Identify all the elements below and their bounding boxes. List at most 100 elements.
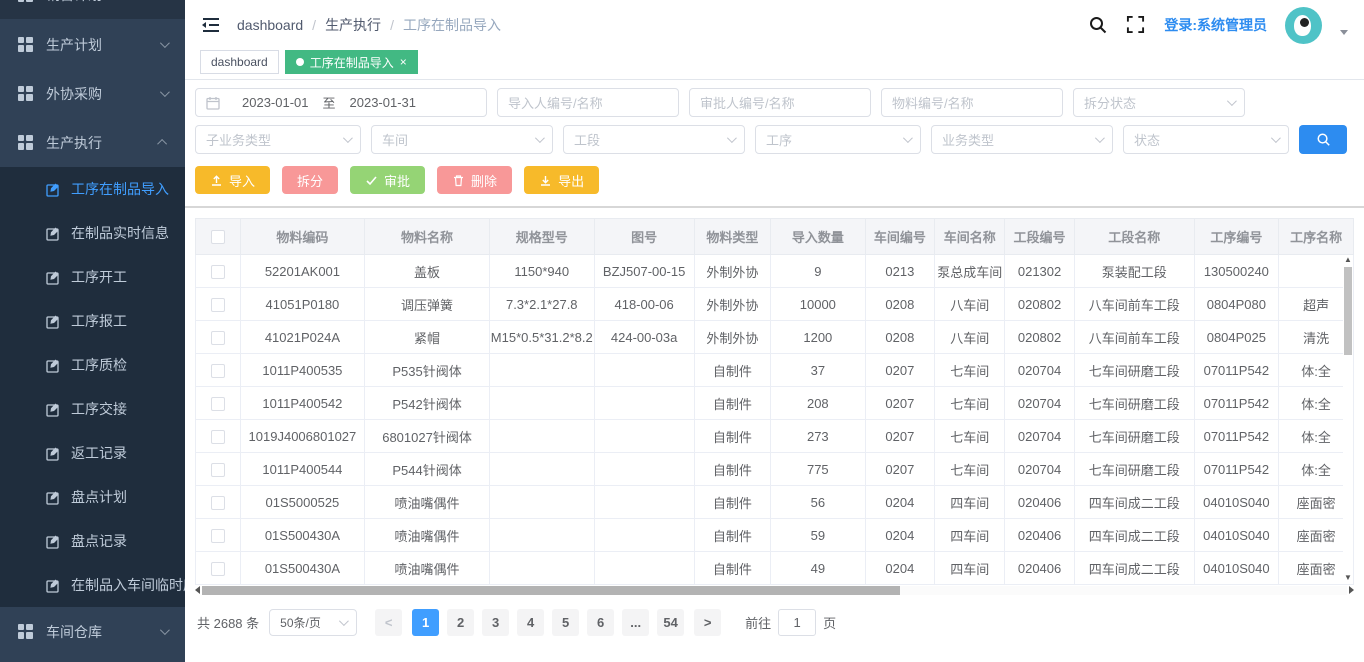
sidebar-subitem-4[interactable]: 工序质检 (0, 343, 185, 387)
table-row[interactable]: 1019J40068010276801027针阀体自制件2730207七车间02… (196, 420, 1354, 453)
sidebar-subitem-7[interactable]: 盘点计划 (0, 475, 185, 519)
goto-page-input[interactable] (778, 609, 816, 636)
cell: 喷油嘴偶件 (365, 552, 489, 585)
vertical-scrollbar[interactable]: ▲ ▼ (1343, 255, 1353, 583)
close-icon[interactable]: × (400, 56, 407, 68)
filter-select-2[interactable]: 工段 (563, 125, 745, 154)
tab-dashboard[interactable]: dashboard (200, 50, 279, 74)
page-button-2[interactable]: 2 (447, 609, 474, 636)
cell: 020704 (1005, 453, 1075, 486)
vertical-scroll-thumb[interactable] (1344, 267, 1352, 355)
cell: 自制件 (694, 387, 771, 420)
fullscreen-icon[interactable] (1126, 15, 1146, 35)
collapse-sidebar-icon[interactable] (201, 15, 221, 35)
row-checkbox[interactable] (211, 430, 225, 444)
column-header-6: 车间编号 (865, 219, 935, 255)
breadcrumb-dashboard[interactable]: dashboard (237, 17, 303, 33)
date-range-picker[interactable]: 2023-01-01 至 2023-01-31 (195, 88, 487, 117)
chevron-down-icon (1271, 133, 1281, 143)
table-row[interactable]: 41051P0180调压弹簧7.3*2.1*27.8418-00-06外制外协1… (196, 288, 1354, 321)
row-checkbox[interactable] (211, 265, 225, 279)
sidebar-item-warehouse[interactable]: 车间仓库 (0, 607, 185, 656)
breadcrumb-production[interactable]: 生产执行 (325, 15, 381, 35)
search-button[interactable] (1299, 125, 1347, 154)
page-size-select[interactable]: 50条/页 (269, 609, 357, 636)
page-button-54[interactable]: 54 (657, 609, 684, 636)
scroll-up-icon[interactable]: ▲ (1344, 255, 1352, 265)
next-page-button[interactable]: > (694, 609, 721, 636)
horizontal-scroll-thumb[interactable] (202, 586, 900, 595)
scroll-right-icon[interactable] (1349, 586, 1354, 594)
row-select-cell (196, 255, 241, 288)
table-row[interactable]: 1011P400535P535针阀体自制件370207七车间020704七车间研… (196, 354, 1354, 387)
page-button-6[interactable]: 6 (587, 609, 614, 636)
page-button-3[interactable]: 3 (482, 609, 509, 636)
user-avatar[interactable] (1285, 7, 1322, 44)
sidebar-subitem-6[interactable]: 返工记录 (0, 431, 185, 475)
table-row[interactable]: 01S5000525喷油嘴偶件自制件560204四车间020406四车间成二工段… (196, 486, 1354, 519)
main-area: dashboard / 生产执行 / 工序在制品导入 登录:系统管理员 dash… (185, 0, 1364, 662)
scroll-down-icon[interactable]: ▼ (1344, 573, 1352, 583)
column-header-2: 规格型号 (489, 219, 594, 255)
row-checkbox[interactable] (211, 331, 225, 345)
sidebar-subitem-8[interactable]: 盘点记录 (0, 519, 185, 563)
page-button-4[interactable]: 4 (517, 609, 544, 636)
sidebar-subitem-5[interactable]: 工序交接 (0, 387, 185, 431)
split-status-select[interactable]: 拆分状态 (1073, 88, 1245, 117)
table-row[interactable]: 41021P024A紧帽M15*0.5*31.2*8.2424-00-03a外制… (196, 321, 1354, 354)
table-row[interactable]: 1011P400542P542针阀体自制件2080207七车间020704七车间… (196, 387, 1354, 420)
sidebar-subitem-9[interactable]: 在制品入车间临时库记 (0, 563, 185, 607)
tab-current-page[interactable]: 工序在制品导入 × (285, 50, 418, 74)
cell: 0204 (865, 486, 935, 519)
filter-select-1[interactable]: 车间 (371, 125, 553, 154)
sidebar-item-2[interactable]: 生产执行 (0, 118, 185, 167)
row-checkbox[interactable] (211, 562, 225, 576)
total-count-label: 共 2688 条 (197, 613, 259, 632)
cell (489, 519, 594, 552)
filter-select-4[interactable]: 业务类型 (931, 125, 1113, 154)
filter-select-0[interactable]: 子业务类型 (195, 125, 361, 154)
table-row[interactable]: 01S500430A喷油嘴偶件自制件590204四车间020406四车间成二工段… (196, 519, 1354, 552)
select-all-checkbox[interactable] (211, 230, 225, 244)
sidebar-item-partial[interactable]: 销售计划 (0, 0, 185, 20)
action-button-0[interactable]: 导入 (195, 166, 270, 194)
user-menu-caret-icon[interactable] (1340, 30, 1348, 35)
row-checkbox[interactable] (211, 463, 225, 477)
cell: 1200 (771, 321, 865, 354)
row-checkbox[interactable] (211, 298, 225, 312)
filter-input-0[interactable]: 导入人编号/名称 (497, 88, 679, 117)
sidebar-subitem-1[interactable]: 在制品实时信息 (0, 211, 185, 255)
horizontal-scrollbar[interactable] (195, 585, 1354, 595)
table-row[interactable]: 01S500430A喷油嘴偶件自制件490204四车间020406四车间成二工段… (196, 552, 1354, 585)
table-row[interactable]: 1011P400544P544针阀体自制件7750207七车间020704七车间… (196, 453, 1354, 486)
sidebar-item-0[interactable]: 生产计划 (0, 20, 185, 69)
cell: 七车间 (935, 354, 1005, 387)
scroll-left-icon[interactable] (195, 586, 200, 594)
cell: 自制件 (694, 552, 771, 585)
sidebar-item-1[interactable]: 外协采购 (0, 69, 185, 118)
filter-input-1[interactable]: 审批人编号/名称 (689, 88, 871, 117)
row-checkbox[interactable] (211, 364, 225, 378)
page-button-1[interactable]: 1 (412, 609, 439, 636)
page-button-5[interactable]: 5 (552, 609, 579, 636)
sidebar-subitem-0[interactable]: 工序在制品导入 (0, 167, 185, 211)
search-icon[interactable] (1088, 15, 1108, 35)
filter-input-2[interactable]: 物料编号/名称 (881, 88, 1063, 117)
action-button-4[interactable]: 导出 (524, 166, 599, 194)
sidebar-subitem-3[interactable]: 工序报工 (0, 299, 185, 343)
cell: 自制件 (694, 453, 771, 486)
action-button-2[interactable]: 审批 (350, 166, 425, 194)
row-checkbox[interactable] (211, 496, 225, 510)
row-checkbox[interactable] (211, 397, 225, 411)
table-row[interactable]: 52201AK001盖板1150*940BZJ507-00-15外制外协9021… (196, 255, 1354, 288)
action-button-1[interactable]: 拆分 (282, 166, 338, 194)
prev-page-button[interactable]: < (375, 609, 402, 636)
action-button-3[interactable]: 删除 (437, 166, 512, 194)
filter-select-3[interactable]: 工序 (755, 125, 921, 154)
row-checkbox[interactable] (211, 529, 225, 543)
tab-label: dashboard (211, 55, 268, 69)
sidebar-subitem-2[interactable]: 工序开工 (0, 255, 185, 299)
sidebar-item-label: 车间仓库 (46, 622, 102, 642)
filter-select-5[interactable]: 状态 (1123, 125, 1289, 154)
more-pages-button[interactable]: ... (622, 609, 649, 636)
